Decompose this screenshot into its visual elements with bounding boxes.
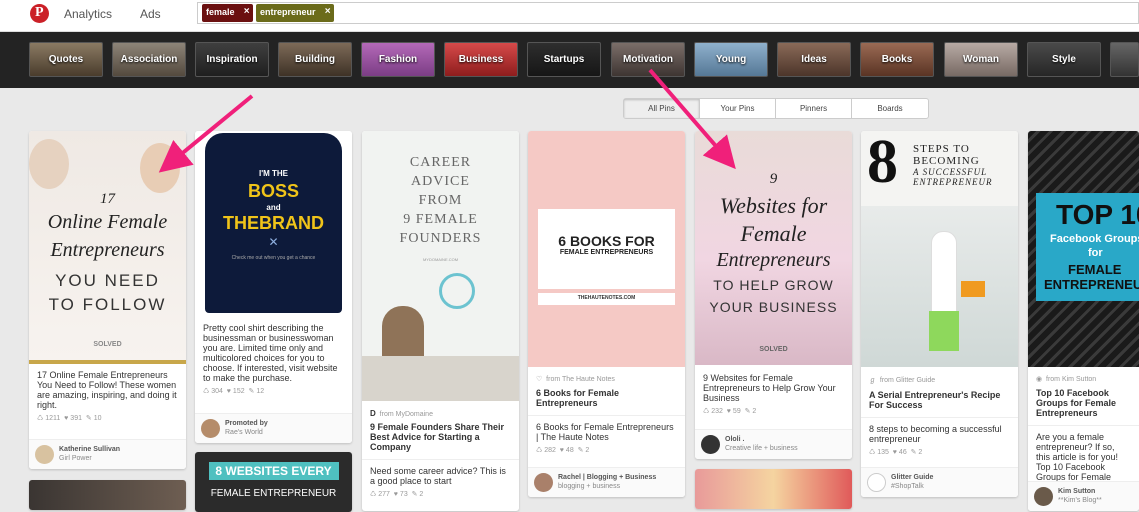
tab-boards[interactable]: Boards <box>852 99 928 118</box>
pin-stats: ♺ 232 ♥ 59 ✎ 2 <box>703 408 757 415</box>
avatar <box>534 473 553 492</box>
pin-description: 9 Websites for Female Entrepreneurs to H… <box>703 373 836 403</box>
search-filter-tabs: All Pins Your Pins Pinners Boards <box>623 98 929 119</box>
pin-card[interactable]: I'M THE BOSS and THEBRAND ✕ Check me out… <box>195 131 352 443</box>
guide-style[interactable]: Style <box>1027 42 1101 77</box>
pin-source: ♡ from The Haute Notes <box>536 376 615 383</box>
pin-stats: ♺ 304 ♥ 152 ✎ 12 <box>203 388 265 395</box>
guide-young[interactable]: Young <box>694 42 768 77</box>
pin-title[interactable]: 6 Books for Female Entrepreneurs <box>528 388 685 408</box>
avatar <box>201 419 220 438</box>
tab-all-pins[interactable]: All Pins <box>624 99 700 118</box>
pin-title[interactable]: Top 10 Facebook Groups for Female Entrep… <box>1028 388 1139 418</box>
guide-motivation[interactable]: Motivation <box>611 42 685 77</box>
pin-title[interactable]: 9 Female Founders Share Their Best Advic… <box>362 422 519 452</box>
pin-card[interactable] <box>695 469 852 509</box>
pin-card[interactable]: 17 Online Female Entrepreneurs YOU NEED … <box>29 131 186 469</box>
pin-image[interactable]: 8 WEBSITES EVERY FEMALE ENTREPRENEUR <box>195 452 352 512</box>
avatar <box>35 445 54 464</box>
pinner-info[interactable]: Kim Sutton **Kim's Blog** <box>1028 481 1139 511</box>
pin-image[interactable] <box>695 469 852 509</box>
pin-source: D from MyDomaine <box>370 409 433 418</box>
guide-startups[interactable]: Startups <box>527 42 601 77</box>
pinner-info[interactable]: Katherine Sullivan Girl Power <box>29 439 186 469</box>
pin-stats: ♺ 1211 ♥ 391 ✎ 10 <box>37 415 102 422</box>
pin-card[interactable]: 8 WEBSITES EVERY FEMALE ENTREPRENEUR <box>195 452 352 512</box>
guided-search-bar: Quotes Association Inspiration Building … <box>0 32 1139 88</box>
guide-quotes[interactable]: Quotes <box>29 42 103 77</box>
pin-stats: ♺ 282 ♥ 48 ✎ 2 <box>536 447 590 454</box>
pin-card[interactable] <box>29 480 186 510</box>
pin-description: 17 Online Female Entrepreneurs You Need … <box>37 370 177 410</box>
pin-card[interactable]: CAREER ADVICE FROM 9 FEMALE FOUNDERS MYDOMAI… <box>362 131 519 511</box>
tab-pinners[interactable]: Pinners <box>776 99 852 118</box>
pin-description: 6 Books for Female Entrepreneurs | The H… <box>528 415 685 442</box>
guide-business[interactable]: Business <box>444 42 518 77</box>
guide-fashion[interactable]: Fashion <box>361 42 435 77</box>
guide-next[interactable] <box>1110 42 1139 77</box>
search-input[interactable]: female × entrepreneur × <box>197 2 1139 24</box>
pin-image[interactable]: TOP 10 Facebook Groups for FEMALE ENTREP… <box>1028 131 1139 367</box>
pin-card[interactable]: 6 BOOKS FOR FEMALE ENTREPRENEURS THEHAUT… <box>528 131 685 497</box>
tab-your-pins[interactable]: Your Pins <box>700 99 776 118</box>
remove-token-icon[interactable]: × <box>325 6 331 17</box>
guide-ideas[interactable]: Ideas <box>777 42 851 77</box>
top-bar: P Analytics Ads female × entrepreneur × <box>0 0 1139 32</box>
pin-title[interactable]: A Serial Entrepreneur's Recipe For Succe… <box>861 390 1018 410</box>
pinterest-logo-icon[interactable]: P <box>30 4 49 23</box>
pin-card[interactable]: 8 STEPS TO BECOMING A SUCCESSFUL ENTREPRE… <box>861 131 1018 497</box>
pin-card[interactable]: 9 Websites for Female Entrepreneurs TO H… <box>695 131 852 459</box>
search-token-entrepreneur: entrepreneur × <box>256 4 334 22</box>
pin-description: Need some career advice? This is a good … <box>362 459 519 486</box>
pin-image[interactable]: 8 STEPS TO BECOMING A SUCCESSFUL ENTREPRE… <box>861 131 1018 367</box>
nav-analytics[interactable]: Analytics <box>64 7 112 21</box>
pin-image[interactable] <box>29 480 186 510</box>
search-token-female: female × <box>202 4 253 22</box>
avatar <box>1034 487 1053 506</box>
pin-source: ◉ from Kim Sutton <box>1036 376 1097 383</box>
nav-ads[interactable]: Ads <box>140 7 161 21</box>
pin-description: 8 steps to becoming a successful entrepr… <box>861 417 1018 444</box>
pin-stats: ♺ 135 ♥ 46 ✎ 2 <box>869 449 923 456</box>
guide-books[interactable]: Books <box>860 42 934 77</box>
pin-description: Pretty cool shirt describing the busines… <box>203 323 338 383</box>
pinner-info[interactable]: Rachel | Blogging + Business blogging + … <box>528 467 685 497</box>
avatar <box>701 435 720 454</box>
pin-stats: ♺ 277 ♥ 73 ✎ 2 <box>370 491 424 498</box>
pin-image[interactable]: 6 BOOKS FOR FEMALE ENTREPRENEURS THEHAUT… <box>528 131 685 367</box>
pinner-info[interactable]: Glitter Guide #ShopTalk <box>861 467 1018 497</box>
remove-token-icon[interactable]: × <box>244 6 250 17</box>
pinner-info[interactable]: Ololi . Creative life + business <box>695 429 852 459</box>
pin-image[interactable]: 17 Online Female Entrepreneurs YOU NEED … <box>29 131 186 364</box>
guide-woman[interactable]: Woman <box>944 42 1018 77</box>
pin-image[interactable]: I'M THE BOSS and THEBRAND ✕ Check me out… <box>195 131 352 317</box>
guide-inspiration[interactable]: Inspiration <box>195 42 269 77</box>
pin-image[interactable]: CAREER ADVICE FROM 9 FEMALE FOUNDERS MYDOMAI… <box>362 131 519 401</box>
pin-card[interactable]: TOP 10 Facebook Groups for FEMALE ENTREP… <box>1028 131 1139 511</box>
pin-source: ℊ from Glitter Guide <box>869 377 936 384</box>
avatar <box>867 473 886 492</box>
guide-building[interactable]: Building <box>278 42 352 77</box>
pinner-info[interactable]: Promoted by Rae's World <box>195 413 352 443</box>
guide-association[interactable]: Association <box>112 42 186 77</box>
pin-image[interactable]: 9 Websites for Female Entrepreneurs TO H… <box>695 131 852 365</box>
